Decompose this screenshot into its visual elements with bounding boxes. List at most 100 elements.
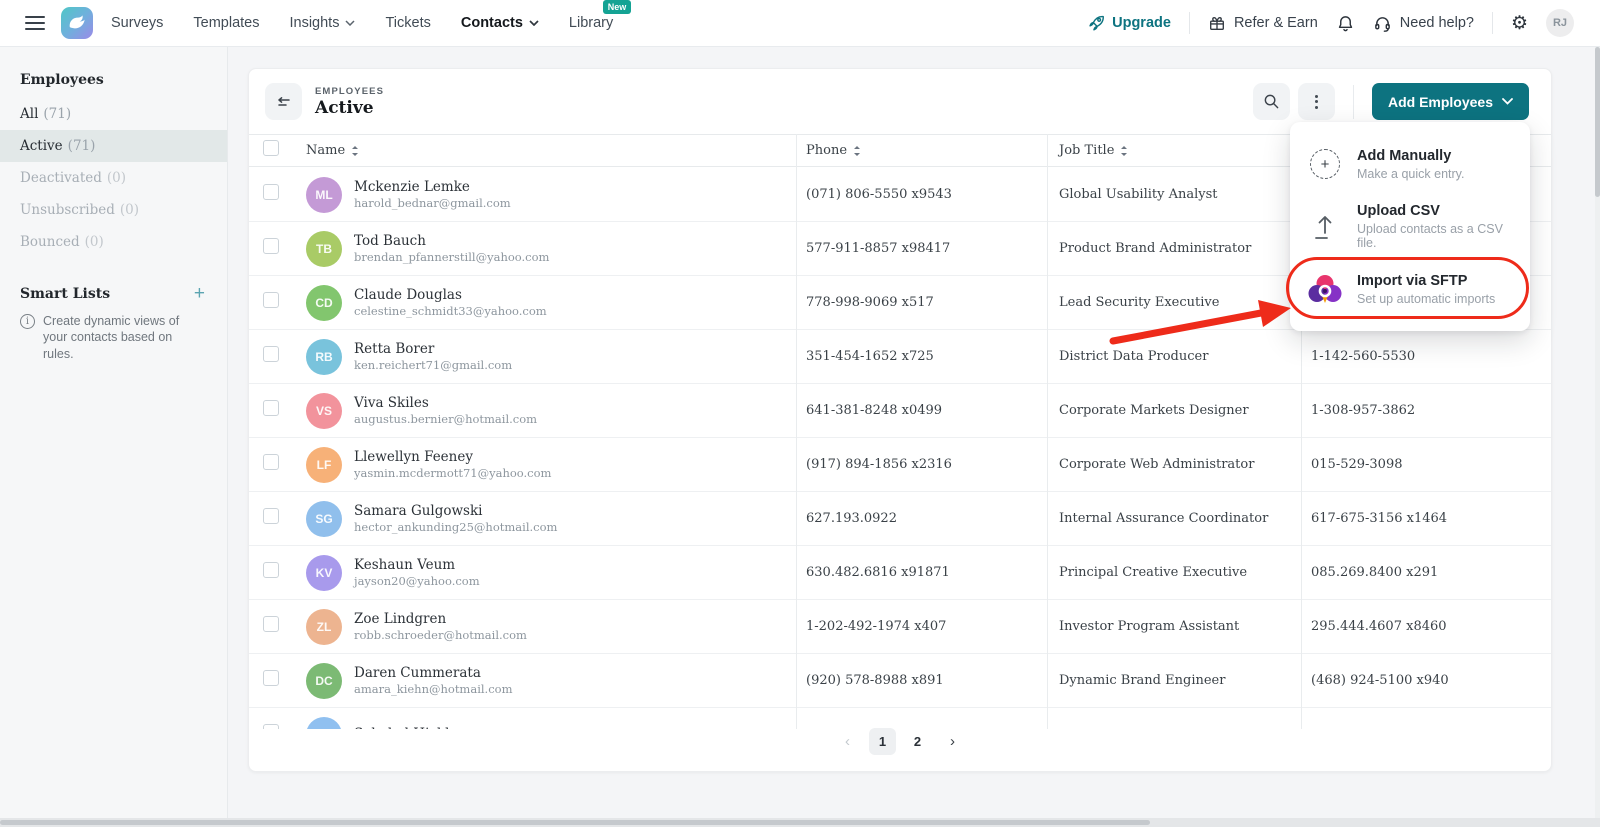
- contact-email: ken.reichert71@gmail.com: [354, 358, 512, 372]
- rocket-icon: [1087, 14, 1105, 32]
- user-avatar[interactable]: RJ: [1546, 9, 1574, 37]
- horizontal-scrollbar[interactable]: [0, 818, 1600, 827]
- table-row[interactable]: KVKeshaun Veumjayson20@yahoo.com630.482.…: [249, 546, 1551, 600]
- nav-surveys[interactable]: Surveys: [111, 15, 163, 31]
- sidebar-item-all[interactable]: All(71): [0, 98, 227, 130]
- avatar: KV: [306, 555, 342, 591]
- pagination-page-1[interactable]: 1: [869, 728, 896, 755]
- sidebar-item-unsubscribed[interactable]: Unsubscribed(0): [0, 194, 227, 226]
- top-navigation-bar: Surveys Templates Insights Tickets Conta…: [0, 0, 1600, 47]
- divider: [1189, 12, 1190, 34]
- table-row[interactable]: LFLlewellyn Feeneyyasmin.mcdermott71@yah…: [249, 438, 1551, 492]
- menu-item-import-sftp[interactable]: Import via SFTP Set up automatic imports: [1290, 260, 1530, 318]
- pagination-page-2[interactable]: 2: [904, 728, 931, 755]
- row-checkbox[interactable]: [263, 562, 279, 578]
- row-checkbox[interactable]: [263, 670, 279, 686]
- pagination-next-icon[interactable]: ›: [939, 728, 966, 755]
- nav-templates[interactable]: Templates: [193, 15, 259, 31]
- divider: [1353, 85, 1354, 119]
- contact-email: yasmin.mcdermott71@yahoo.com: [354, 466, 551, 480]
- row-checkbox[interactable]: [263, 508, 279, 524]
- column-divider: [1047, 134, 1048, 729]
- notifications-bell-icon[interactable]: [1336, 14, 1355, 33]
- upgrade-button[interactable]: Upgrade: [1087, 14, 1171, 32]
- sidebar-item-bounced[interactable]: Bounced(0): [0, 226, 227, 258]
- contact-phone: (917) 894-1856 x2316: [796, 457, 1047, 472]
- column-header-phone[interactable]: Phone: [796, 143, 1047, 158]
- contact-email: hector_ankunding25@hotmail.com: [354, 520, 557, 534]
- pagination-prev-icon[interactable]: ‹: [834, 728, 861, 755]
- contact-name[interactable]: Samara Gulgowski: [354, 503, 557, 519]
- vertical-scrollbar[interactable]: [1595, 47, 1600, 818]
- nav-library[interactable]: Library New: [569, 15, 613, 31]
- contact-job-title: Corporate Web Administrator: [1047, 457, 1301, 472]
- divider: [1492, 12, 1493, 34]
- column-header-name[interactable]: Name: [292, 143, 796, 158]
- sidebar-item-deactivated[interactable]: Deactivated(0): [0, 162, 227, 194]
- settings-gear-icon[interactable]: ⚙: [1511, 14, 1528, 33]
- table-row[interactable]: SHSoledad Hickle: [249, 708, 1551, 729]
- avatar: TB: [306, 231, 342, 267]
- contact-name[interactable]: Claude Douglas: [354, 287, 547, 303]
- sftp-logo-icon: [1308, 274, 1342, 305]
- avatar: DC: [306, 663, 342, 699]
- row-checkbox[interactable]: [263, 400, 279, 416]
- column-header-job-title[interactable]: Job Title: [1047, 143, 1301, 158]
- contact-phone-2: 295.444.4607 x8460: [1301, 619, 1551, 634]
- chevron-down-icon: [1502, 98, 1513, 105]
- contact-name[interactable]: Viva Skiles: [354, 395, 537, 411]
- hamburger-menu-icon[interactable]: [25, 16, 45, 30]
- smart-lists-info-text: Create dynamic views of your contacts ba…: [43, 313, 203, 362]
- bird-logo-icon: [66, 12, 88, 34]
- contact-job-title: Internal Assurance Coordinator: [1047, 511, 1301, 526]
- contact-name[interactable]: Keshaun Veum: [354, 557, 480, 573]
- select-all-checkbox[interactable]: [263, 140, 279, 156]
- table-row[interactable]: DCDaren Cummerataamara_kiehn@hotmail.com…: [249, 654, 1551, 708]
- row-checkbox[interactable]: [263, 184, 279, 200]
- contact-phone: 1-202-492-1974 x407: [796, 619, 1047, 634]
- table-row[interactable]: ZLZoe Lindgrenrobb.schroeder@hotmail.com…: [249, 600, 1551, 654]
- smart-lists-heading: Smart Lists: [20, 286, 110, 302]
- menu-item-upload-csv[interactable]: Upload CSV Upload contacts as a CSV file…: [1290, 193, 1530, 260]
- avatar: SG: [306, 501, 342, 537]
- contact-name[interactable]: Tod Bauch: [354, 233, 549, 249]
- contact-email: jayson20@yahoo.com: [354, 574, 480, 588]
- row-checkbox[interactable]: [263, 616, 279, 632]
- table-row[interactable]: SG Samara Gulgowskihector_ankunding25@hot…: [249, 492, 1551, 546]
- upload-csv-icon: [1312, 213, 1338, 241]
- contact-phone-2: 617-675-3156 x1464: [1301, 511, 1551, 526]
- app-logo[interactable]: [61, 7, 93, 39]
- add-smart-list-plus-icon[interactable]: +: [194, 284, 205, 303]
- row-checkbox[interactable]: [263, 454, 279, 470]
- nav-contacts[interactable]: Contacts: [461, 15, 539, 31]
- nav-insights[interactable]: Insights: [289, 15, 355, 31]
- page-title: Active: [315, 98, 384, 118]
- collapse-panel-button[interactable]: [265, 83, 302, 120]
- table-row[interactable]: VSViva Skilesaugustus.bernier@hotmail.co…: [249, 384, 1551, 438]
- contact-job-title: Lead Security Executive: [1047, 295, 1301, 310]
- more-options-button[interactable]: [1298, 83, 1335, 120]
- sidebar: Employees All(71) Active(71) Deactivated…: [0, 47, 228, 827]
- contact-name[interactable]: Zoe Lindgren: [354, 611, 527, 627]
- row-checkbox[interactable]: [263, 292, 279, 308]
- search-button[interactable]: [1253, 83, 1290, 120]
- refer-earn-button[interactable]: Refer & Earn: [1208, 14, 1318, 32]
- row-checkbox[interactable]: [263, 346, 279, 362]
- contact-name[interactable]: Mckenzie Lemke: [354, 179, 511, 195]
- contact-email: augustus.bernier@hotmail.com: [354, 412, 537, 426]
- contact-name[interactable]: Retta Borer: [354, 341, 512, 357]
- contact-phone-2: 1-308-957-3862: [1301, 403, 1551, 418]
- sidebar-item-active[interactable]: Active(71): [0, 130, 227, 162]
- sort-icon: [1120, 145, 1128, 157]
- menu-item-add-manually[interactable]: + Add Manually Make a quick entry.: [1290, 135, 1530, 193]
- contact-name[interactable]: Llewellyn Feeney: [354, 449, 551, 465]
- nav-tickets[interactable]: Tickets: [385, 15, 430, 31]
- contact-phone-2: (468) 924-5100 x940: [1301, 673, 1551, 688]
- contact-phone: 641-381-8248 x0499: [796, 403, 1047, 418]
- need-help-button[interactable]: Need help?: [1373, 14, 1474, 33]
- contact-job-title: Investor Program Assistant: [1047, 619, 1301, 634]
- table-row[interactable]: RBRetta Borerken.reichert71@gmail.com351…: [249, 330, 1551, 384]
- add-employees-button[interactable]: Add Employees: [1372, 83, 1529, 120]
- contact-name[interactable]: Daren Cummerata: [354, 665, 512, 681]
- row-checkbox[interactable]: [263, 238, 279, 254]
